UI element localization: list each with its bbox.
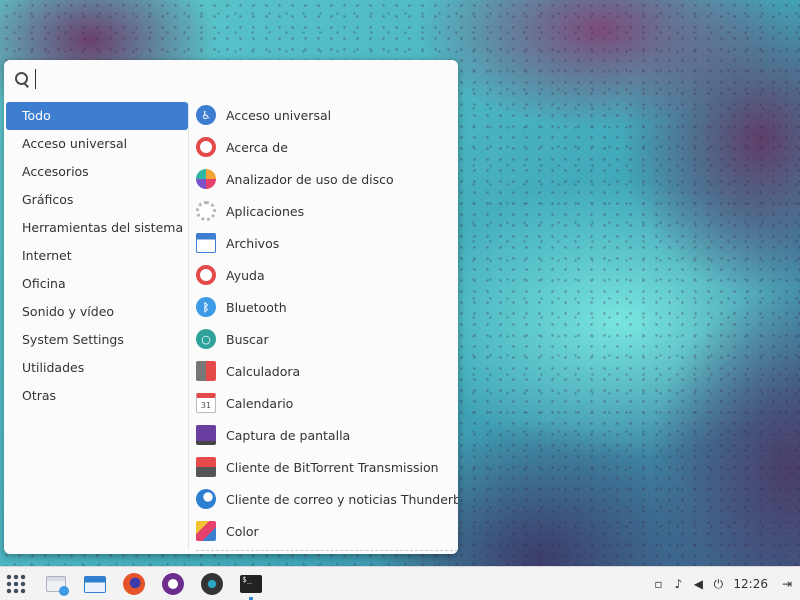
app-item-buscar[interactable]: ○ Buscar xyxy=(196,323,458,355)
taskbar: $_ ▫ ♪ ◀ ⏻ 12:26 ⇥ xyxy=(0,566,800,600)
terminal-icon: $_ xyxy=(240,575,262,593)
app-label: Acerca de xyxy=(226,139,288,155)
app-label: Captura de pantalla xyxy=(226,427,351,443)
app-label: Archivos xyxy=(226,235,280,251)
disk-usage-icon xyxy=(196,169,216,189)
app-label: Cliente de BitTorrent Transmission xyxy=(226,459,439,475)
files-icon xyxy=(84,575,106,593)
app-item-captura-pantalla[interactable]: Captura de pantalla xyxy=(196,419,458,451)
calculator-icon xyxy=(196,361,216,381)
gear-icon xyxy=(196,201,216,221)
app-grid-button[interactable] xyxy=(4,572,28,596)
bluetooth-icon: ᛒ xyxy=(196,297,216,317)
clock[interactable]: 12:26 xyxy=(733,577,768,591)
file-manager-launcher[interactable] xyxy=(44,572,69,596)
category-item-acceso-universal[interactable]: Acceso universal xyxy=(6,130,188,158)
calendar-icon: 31 xyxy=(196,393,216,413)
app-label: Buscar xyxy=(226,331,269,347)
category-item-accesorios[interactable]: Accesorios xyxy=(6,158,188,186)
power-icon[interactable]: ⏻ xyxy=(711,577,725,591)
app-label: Calendario xyxy=(226,395,294,411)
category-list: Todo Acceso universal Accesorios Gráfico… xyxy=(6,102,188,410)
app-label: Bluetooth xyxy=(226,299,287,315)
accessibility-icon: ♿ xyxy=(196,105,216,125)
category-item-todo[interactable]: Todo xyxy=(6,102,188,130)
app-item-calendario[interactable]: 31 Calendario xyxy=(196,387,458,419)
media-player-icon xyxy=(162,573,184,595)
search-icon xyxy=(14,71,30,87)
transmission-icon xyxy=(196,457,216,477)
app-label: Ayuda xyxy=(226,267,265,283)
app-item-acceso-universal[interactable]: ♿ Acceso universal xyxy=(196,99,458,131)
app-item-transmission[interactable]: Cliente de BitTorrent Transmission xyxy=(196,451,458,483)
category-item-utilidades[interactable]: Utilidades xyxy=(6,354,188,382)
lifebuoy-icon xyxy=(196,265,216,285)
disc-icon xyxy=(201,573,223,595)
scroll-indicator xyxy=(196,550,458,551)
app-item-analizador-disco[interactable]: Analizador de uso de disco xyxy=(196,163,458,195)
app-item-aplicaciones[interactable]: Aplicaciones xyxy=(196,195,458,227)
app-grid-icon xyxy=(6,574,26,594)
search-bar xyxy=(4,60,458,98)
app-label: Aplicaciones xyxy=(226,203,305,219)
category-item-oficina[interactable]: Oficina xyxy=(6,270,188,298)
media-player-launcher[interactable] xyxy=(161,572,185,596)
app-label: Acceso universal xyxy=(226,107,332,123)
category-item-graficos[interactable]: Gráficos xyxy=(6,186,188,214)
app-item-color[interactable]: Color xyxy=(196,515,458,547)
screen-icon[interactable]: ▫ xyxy=(651,577,665,591)
app-label: Cliente de correo y noticias Thunderbird xyxy=(226,491,458,507)
category-item-sonido-video[interactable]: Sonido y vídeo xyxy=(6,298,188,326)
category-item-system-settings[interactable]: System Settings xyxy=(6,326,188,354)
logout-icon[interactable]: ⇥ xyxy=(780,577,794,591)
app-item-acerca-de[interactable]: Acerca de xyxy=(196,131,458,163)
terminal-launcher[interactable]: $_ xyxy=(239,572,263,596)
app-label: Color xyxy=(226,523,259,539)
firefox-launcher[interactable] xyxy=(122,572,146,596)
disc-launcher[interactable] xyxy=(200,572,224,596)
search-icon: ○ xyxy=(196,329,216,349)
app-item-bluetooth[interactable]: ᛒ Bluetooth xyxy=(196,291,458,323)
screenshot-icon xyxy=(196,425,216,445)
app-item-archivos[interactable]: Archivos xyxy=(196,227,458,259)
notification-bell-icon[interactable]: ♪ xyxy=(671,577,685,591)
volume-icon[interactable]: ◀ xyxy=(691,577,705,591)
color-icon xyxy=(196,521,216,541)
category-item-otras[interactable]: Otras xyxy=(6,382,188,410)
app-label: Calculadora xyxy=(226,363,301,379)
app-item-ayuda[interactable]: Ayuda xyxy=(196,259,458,291)
thunderbird-icon xyxy=(196,489,216,509)
menu-divider xyxy=(188,102,189,550)
app-label: Analizador de uso de disco xyxy=(226,171,394,187)
app-item-thunderbird[interactable]: Cliente de correo y noticias Thunderbird xyxy=(196,483,458,515)
lifebuoy-icon xyxy=(196,137,216,157)
app-item-calculadora[interactable]: Calculadora xyxy=(196,355,458,387)
search-input[interactable] xyxy=(35,69,415,89)
files-launcher[interactable] xyxy=(83,572,107,596)
firefox-icon xyxy=(123,573,145,595)
category-item-internet[interactable]: Internet xyxy=(6,242,188,270)
file-manager-icon xyxy=(46,576,69,596)
category-item-herramientas[interactable]: Herramientas del sistema xyxy=(6,214,188,242)
folder-icon xyxy=(196,233,216,253)
application-menu: Todo Acceso universal Accesorios Gráfico… xyxy=(4,60,458,554)
system-tray: ▫ ♪ ◀ ⏻ 12:26 ⇥ xyxy=(651,567,794,600)
app-list: ♿ Acceso universal Acerca de Analizador … xyxy=(196,99,458,547)
